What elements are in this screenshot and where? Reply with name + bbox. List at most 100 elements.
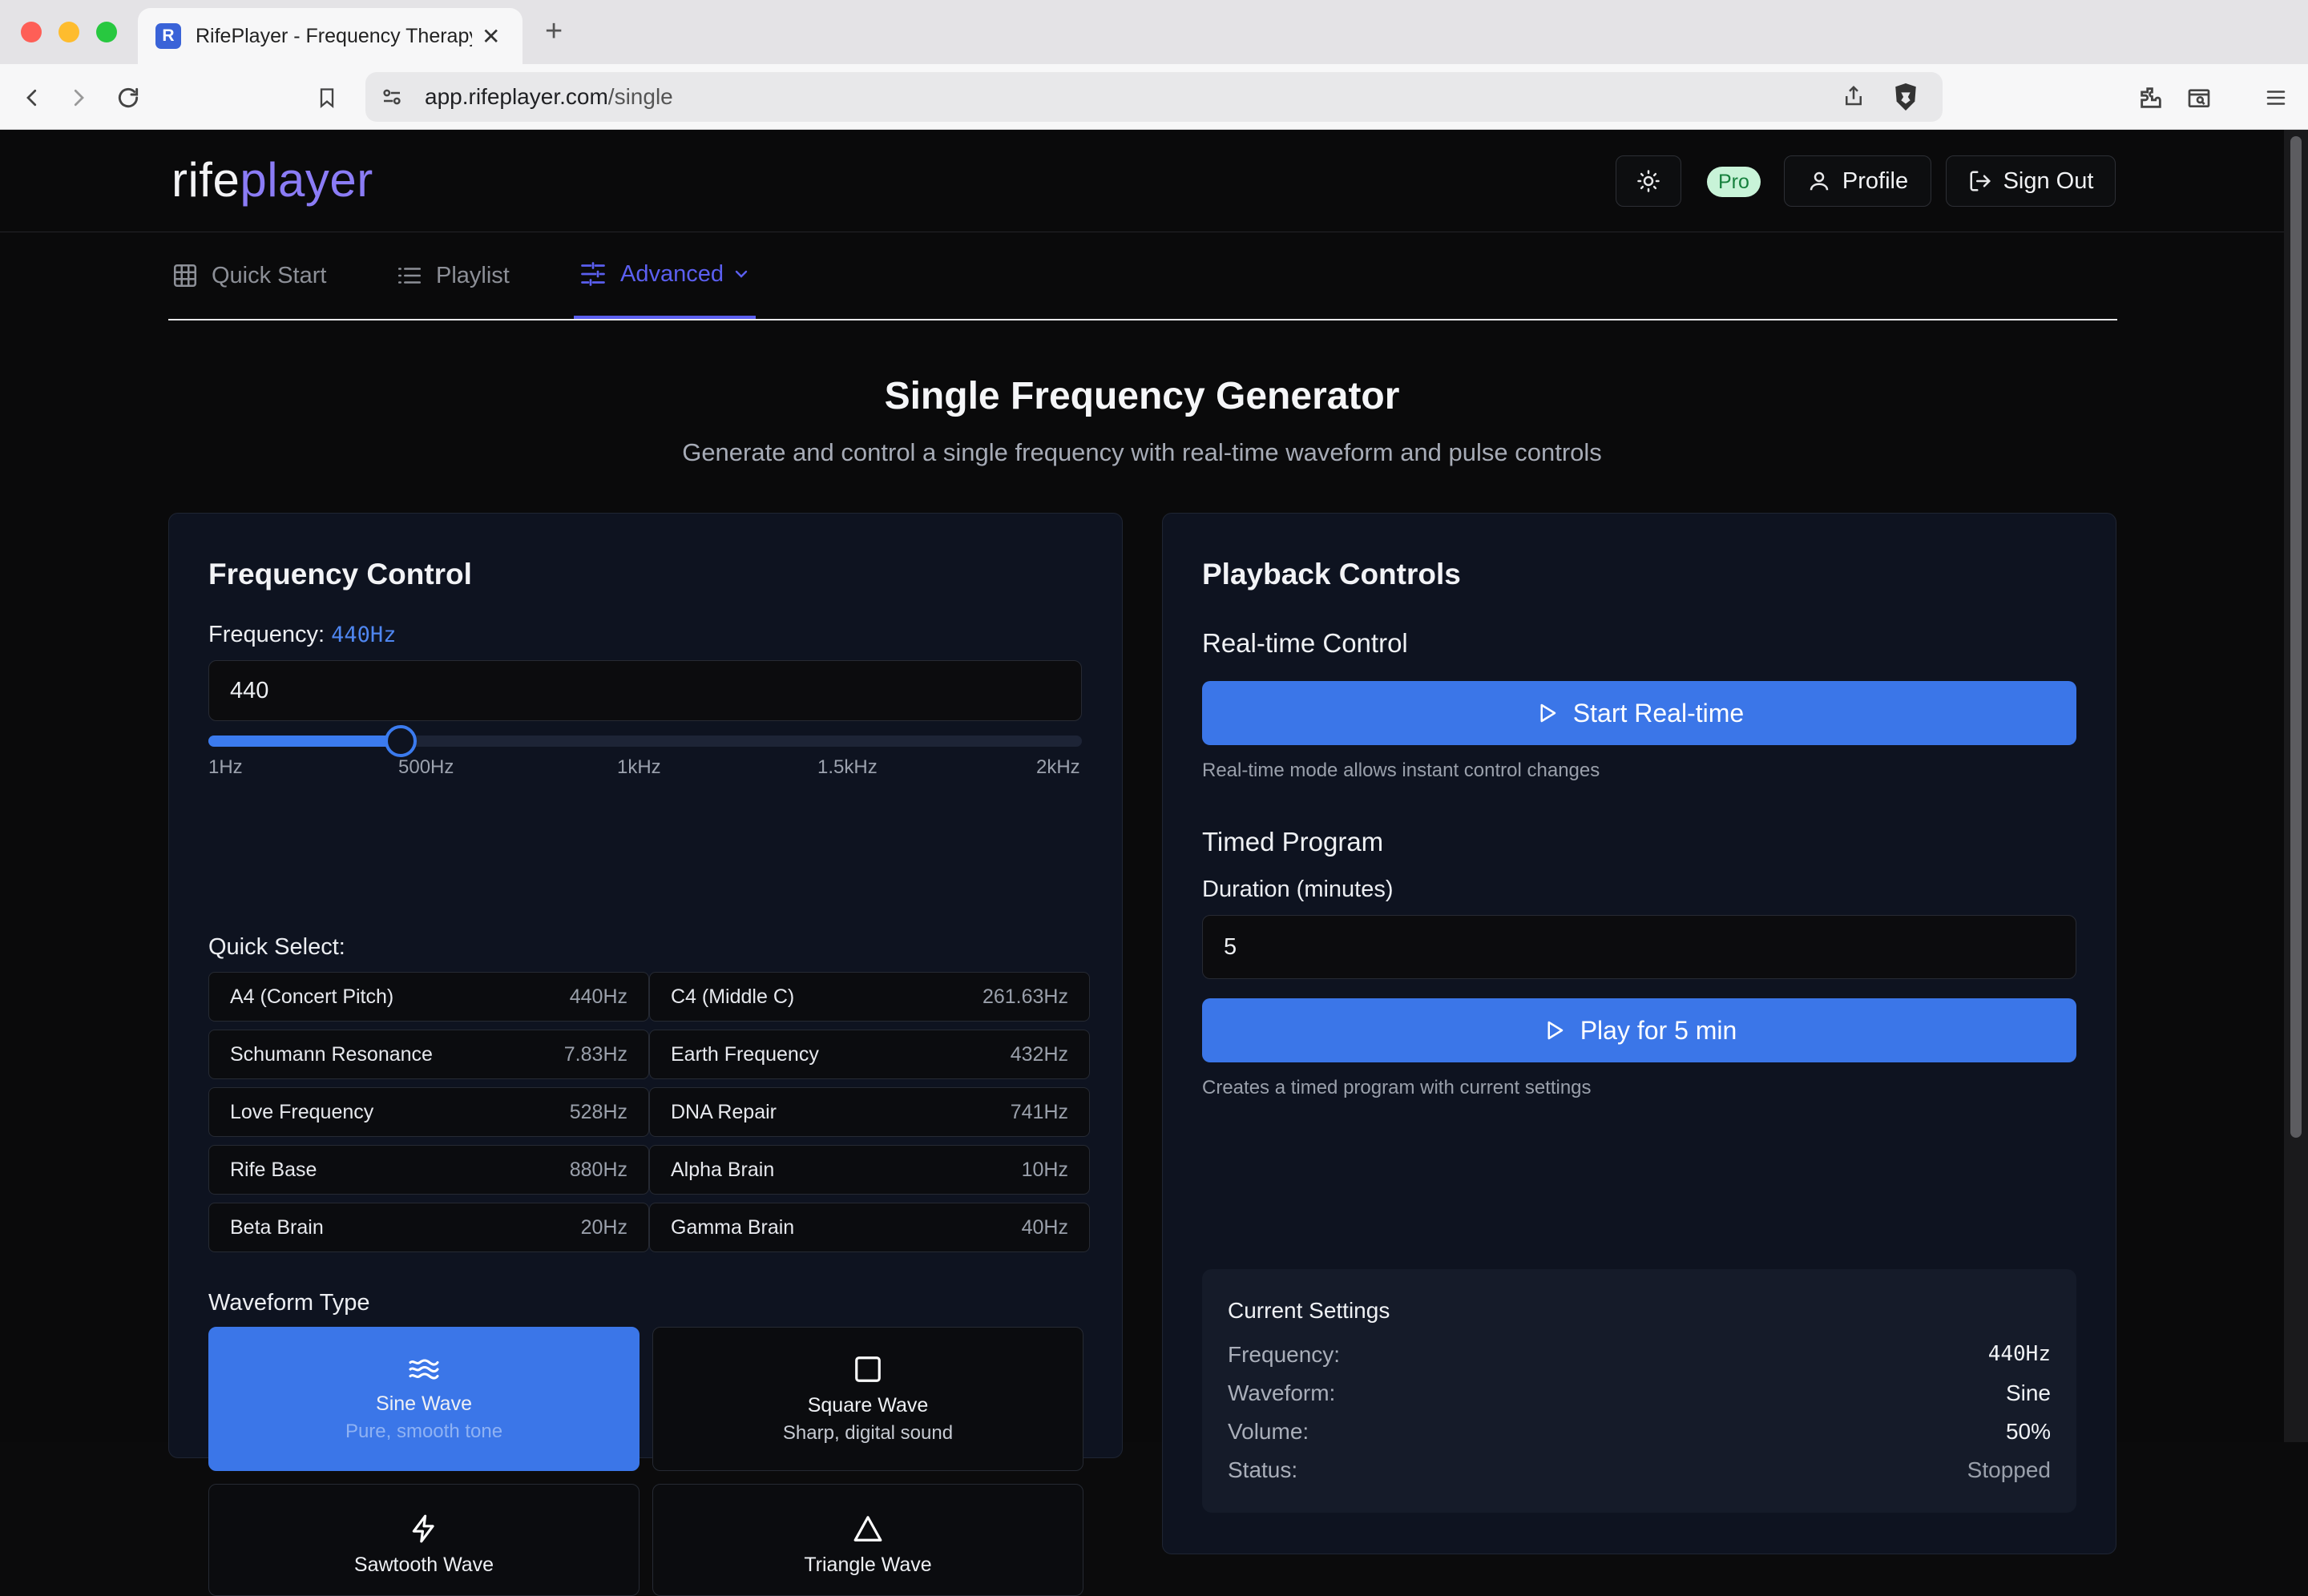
tab-close-icon[interactable]: ✕ [482,23,500,50]
current-settings-panel: Current Settings Frequency: 440Hz Wavefor… [1202,1269,2076,1513]
maximize-window-button[interactable] [96,22,117,42]
quick-select-item[interactable]: A4 (Concert Pitch) 440Hz [208,972,649,1022]
start-realtime-label: Start Real-time [1572,698,1745,727]
waves-icon [409,1358,439,1380]
waveform-desc: Pure, smooth tone [345,1420,503,1442]
browser-tab[interactable]: R RifePlayer - Frequency Therapy ✕ [138,8,523,64]
setting-row-frequency: Frequency: 440Hz [1228,1342,2051,1367]
browser-toolbar: app.rifeplayer.com/single [0,64,2308,130]
waveform-option-sawtooth[interactable]: Sawtooth Wave [208,1484,640,1596]
sign-out-button[interactable]: Sign Out [1946,155,2116,207]
sliders-icon [581,262,605,286]
minimize-window-button[interactable] [59,22,79,42]
close-window-button[interactable] [21,22,42,42]
setting-row-status: Status: Stopped [1228,1457,2051,1482]
reader-mode-icon[interactable] [2183,82,2215,114]
list-icon [397,268,422,284]
chevron-down-icon [735,270,748,278]
waveform-name: Square Wave [807,1393,929,1417]
setting-row-waveform: Waveform: Sine [1228,1380,2051,1405]
tab-playlist[interactable]: Playlist [396,232,510,319]
scrollbar-thumb[interactable] [2290,136,2302,1138]
duration-input[interactable]: 5 [1202,915,2076,979]
profile-button[interactable]: Profile [1784,155,1931,207]
realtime-heading: Real-time Control [1202,628,1408,658]
main-nav: Quick Start Playlist Advanced [168,232,2117,320]
quick-select-item[interactable]: Earth Frequency 432Hz [649,1030,1090,1079]
playback-controls-title: Playback Controls [1202,558,1461,590]
tick-label: 1.5kHz [817,756,878,778]
frequency-slider[interactable] [208,725,1082,757]
start-realtime-button[interactable]: Start Real-time [1202,681,2076,745]
sun-icon [1637,170,1660,192]
waveform-desc: Sharp, digital sound [782,1421,954,1444]
timed-hint: Creates a timed program with current set… [1202,1077,1592,1098]
waveform-option-sine[interactable]: Sine Wave Pure, smooth tone [208,1327,640,1471]
quick-select-item[interactable]: Rife Base 880Hz [208,1145,649,1195]
theme-toggle-button[interactable] [1616,155,1681,207]
sign-out-label: Sign Out [2003,167,2094,194]
waveform-option-triangle[interactable]: Triangle Wave [652,1484,1083,1596]
site-settings-icon[interactable] [380,85,404,113]
frequency-control-title: Frequency Control [208,558,472,590]
tab-quick-start[interactable]: Quick Start [171,232,326,319]
quick-select-item[interactable]: Beta Brain 20Hz [208,1203,649,1252]
setting-row-volume: Volume: 50% [1228,1419,2051,1444]
waveform-option-square[interactable]: Square Wave Sharp, digital sound [652,1327,1083,1471]
profile-label: Profile [1842,167,1909,194]
play-timed-label: Play for 5 min [1580,1015,1737,1045]
user-icon [1810,171,1829,191]
frequency-label: Frequency: 440Hz [208,622,397,647]
quick-select-item[interactable]: DNA Repair 741Hz [649,1087,1090,1137]
url-text: app.rifeplayer.com/single [425,84,673,109]
tick-label: 500Hz [398,756,454,778]
address-bar[interactable]: app.rifeplayer.com/single [365,72,1943,122]
tab-quick-start-label: Quick Start [212,262,327,288]
extensions-icon[interactable] [2135,82,2167,114]
quick-select-item[interactable]: Alpha Brain 10Hz [649,1145,1090,1195]
grid-icon [173,264,197,288]
favicon-icon: R [155,23,181,49]
waveform-type-label: Waveform Type [208,1290,370,1316]
quick-select-item[interactable]: Love Frequency 528Hz [208,1087,649,1137]
slider-thumb[interactable] [384,725,417,757]
play-timed-button[interactable]: Play for 5 min [1202,998,2076,1062]
tick-label: 2kHz [1036,756,1080,778]
bookmark-icon[interactable] [311,82,343,114]
quick-select-item[interactable]: C4 (Middle C) 261.63Hz [649,972,1090,1022]
waveform-name: Sawtooth Wave [353,1554,494,1576]
back-icon[interactable] [16,82,48,114]
app-header: rifeplayer Pro Profile Sign Out [0,130,2284,232]
log-out-icon [1970,171,1991,191]
frequency-input[interactable]: 440 [208,660,1082,721]
current-settings-title: Current Settings [1228,1298,1390,1323]
page-title: Single Frequency Generator [884,375,1400,417]
tab-advanced[interactable]: Advanced [574,232,756,319]
square-icon [855,1356,881,1382]
realtime-hint: Real-time mode allows instant control ch… [1202,760,1600,781]
tick-label: 1kHz [617,756,661,778]
forward-icon[interactable] [63,82,95,114]
app-logo[interactable]: rifeplayer [171,152,373,208]
quick-select-item[interactable]: Gamma Brain 40Hz [649,1203,1090,1252]
timed-program-heading: Timed Program [1202,827,1384,856]
play-icon [1540,703,1556,723]
waveform-name: Triangle Wave [804,1554,932,1576]
triangle-icon [853,1516,882,1542]
page-subtitle: Generate and control a single frequency … [682,438,1602,466]
reload-icon[interactable] [112,82,144,114]
play-icon [1547,1021,1563,1040]
pro-badge: Pro [1707,167,1761,197]
page-scrollbar[interactable] [2284,130,2308,1442]
frequency-value: 440Hz [331,623,397,647]
share-icon[interactable] [1842,83,1866,113]
browser-tabbar: R RifePlayer - Frequency Therapy ✕ + [0,0,2308,64]
brave-shield-icon[interactable] [1892,82,1919,116]
menu-icon[interactable] [2260,82,2292,114]
tab-advanced-label: Advanced [620,260,724,287]
app-viewport: rifeplayer Pro Profile Sign Out Quick St… [0,130,2284,1596]
duration-label: Duration (minutes) [1202,877,1394,902]
waveform-name: Sine Wave [376,1392,472,1415]
quick-select-item[interactable]: Schumann Resonance 7.83Hz [208,1030,649,1079]
new-tab-button[interactable]: + [545,14,563,49]
